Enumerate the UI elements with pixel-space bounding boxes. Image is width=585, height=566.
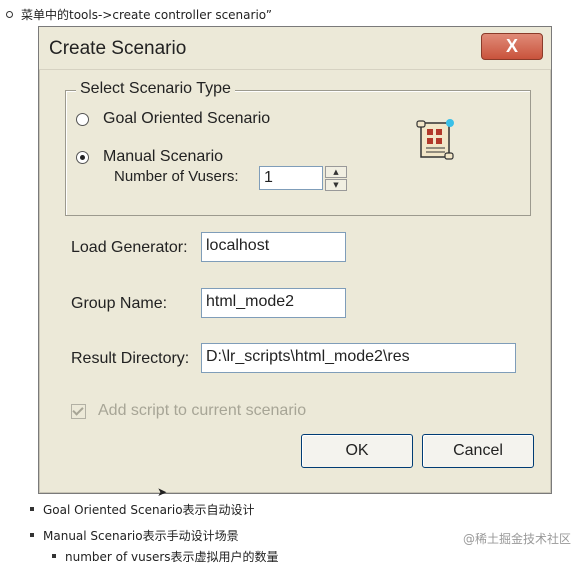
top-note: 菜单中的tools->create controller scenario” (6, 6, 272, 23)
spin-up-icon[interactable]: ▲ (325, 166, 347, 178)
vusers-label: Number of Vusers: (114, 168, 239, 185)
cancel-button[interactable]: Cancel (422, 434, 534, 468)
watermark: @稀土掘金技术社区 (462, 532, 571, 546)
dialog-title: Create Scenario (49, 38, 187, 59)
manual-label: Manual Scenario (103, 148, 224, 165)
vusers-stepper[interactable]: ▲ ▼ (325, 166, 347, 192)
vusers-input[interactable]: 1 (259, 166, 323, 190)
top-note-text: 菜单中的tools->create controller scenario” (21, 8, 272, 22)
add-script-label: Add script to current scenario (98, 402, 307, 419)
list-item: Manual Scenario表示手动设计场景 (30, 524, 279, 546)
manual-radio-row[interactable]: Manual Scenario (76, 148, 223, 166)
square-bullet (30, 507, 34, 511)
bullet-list: Goal Oriented Scenario表示自动设计 Manual Scen… (30, 498, 279, 566)
bullet-text: Manual Scenario表示手动设计场景 (43, 528, 239, 543)
goal-oriented-label: Goal Oriented Scenario (103, 110, 271, 127)
result-directory-label: Result Directory: (71, 350, 190, 367)
dialog-titlebar: Create Scenario X (39, 27, 551, 70)
square-bullet (52, 554, 56, 558)
ok-button[interactable]: OK (301, 434, 413, 468)
goal-oriented-radio[interactable] (76, 112, 89, 126)
group-name-label: Group Name: (71, 295, 168, 312)
bullet-text: number of vusers表示虚拟用户的数量 (65, 549, 279, 564)
add-script-checkbox (71, 403, 86, 419)
square-bullet (30, 533, 34, 537)
result-directory-input[interactable]: D:\lr_scripts\html_mode2\res (201, 343, 516, 373)
close-icon: X (505, 36, 518, 56)
goal-oriented-radio-row[interactable]: Goal Oriented Scenario (76, 110, 270, 128)
group-name-input[interactable]: html_mode2 (201, 288, 346, 318)
spin-down-icon[interactable]: ▼ (325, 179, 347, 191)
scenario-type-legend: Select Scenario Type (76, 80, 235, 98)
add-script-row: Add script to current scenario (71, 402, 306, 420)
load-generator-input[interactable]: localhost (201, 232, 346, 262)
bullet-text: Goal Oriented Scenario表示自动设计 (43, 502, 255, 517)
manual-radio[interactable] (76, 150, 89, 164)
scenario-scroll-icon (416, 119, 454, 160)
create-scenario-dialog: Create Scenario X Select Scenario Type G… (38, 26, 552, 494)
scenario-type-group: Select Scenario Type Goal Oriented Scena… (65, 80, 531, 216)
mouse-cursor-icon: ➤ (157, 485, 168, 499)
circle-bullet (6, 11, 13, 18)
list-item: number of vusers表示虚拟用户的数量 (52, 546, 279, 566)
load-generator-label: Load Generator: (71, 239, 188, 256)
close-button[interactable]: X (481, 33, 543, 60)
list-item: Goal Oriented Scenario表示自动设计 (30, 498, 279, 520)
